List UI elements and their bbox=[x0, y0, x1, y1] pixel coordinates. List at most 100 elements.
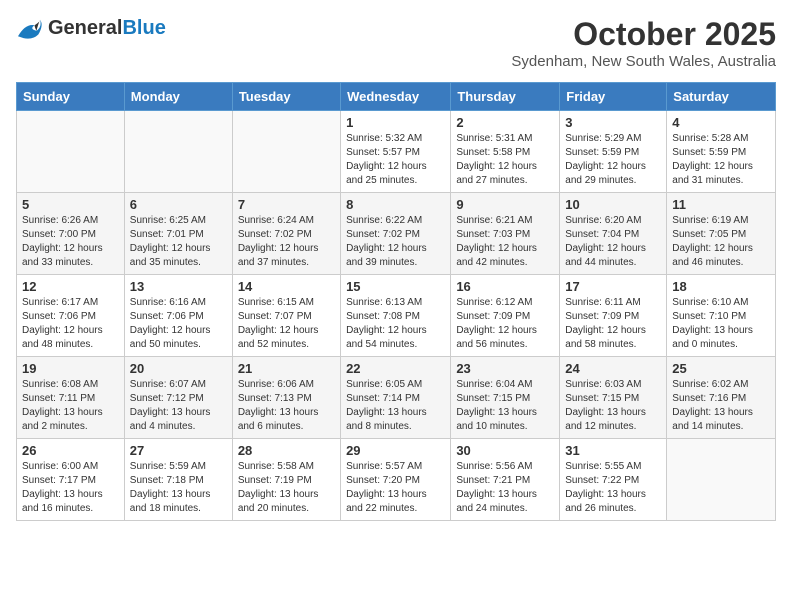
calendar-table: SundayMondayTuesdayWednesdayThursdayFrid… bbox=[16, 82, 776, 521]
calendar-cell bbox=[232, 111, 340, 193]
day-number: 26 bbox=[22, 443, 119, 458]
day-info: Sunrise: 6:10 AMSunset: 7:10 PMDaylight:… bbox=[672, 296, 770, 352]
calendar-cell: 26Sunrise: 6:00 AMSunset: 7:17 PMDayligh… bbox=[17, 439, 125, 521]
calendar-cell: 22Sunrise: 6:05 AMSunset: 7:14 PMDayligh… bbox=[341, 357, 451, 439]
calendar-cell: 24 Sunrise: 6:03 AMSunset: 7:15 PMDayligh… bbox=[560, 357, 667, 439]
calendar-cell: 19Sunrise: 6:08 AMSunset: 7:11 PMDayligh… bbox=[17, 357, 125, 439]
calendar-cell: 1 Sunrise: 5:32 AMSunset: 5:57 PMDaylight… bbox=[341, 111, 451, 193]
calendar-cell: 7 Sunrise: 6:24 AMSunset: 7:02 PMDaylight… bbox=[232, 193, 340, 275]
location: Sydenham, New South Wales, Australia bbox=[511, 53, 776, 70]
day-info: Sunrise: 6:17 AMSunset: 7:06 PMDaylight:… bbox=[22, 296, 119, 352]
day-info: Sunrise: 5:57 AMSunset: 7:20 PMDaylight:… bbox=[346, 460, 445, 516]
calendar-cell: 13Sunrise: 6:16 AMSunset: 7:06 PMDayligh… bbox=[124, 275, 232, 357]
calendar-cell: 12 Sunrise: 6:17 AMSunset: 7:06 PMDayligh… bbox=[17, 275, 125, 357]
day-info: Sunrise: 6:07 AMSunset: 7:12 PMDaylight:… bbox=[130, 378, 227, 434]
day-info: Sunrise: 6:22 AMSunset: 7:02 PMDaylight:… bbox=[346, 214, 445, 270]
day-number: 5 bbox=[22, 197, 119, 212]
day-info: Sunrise: 5:56 AMSunset: 7:21 PMDaylight:… bbox=[456, 460, 554, 516]
logo-icon bbox=[16, 16, 44, 40]
day-info: Sunrise: 6:26 AMSunset: 7:00 PMDaylight:… bbox=[22, 214, 119, 270]
day-number: 1 bbox=[346, 115, 445, 130]
calendar-cell: 30 Sunrise: 5:56 AMSunset: 7:21 PMDayligh… bbox=[451, 439, 560, 521]
calendar-week-1: 1 Sunrise: 5:32 AMSunset: 5:57 PMDaylight… bbox=[17, 111, 776, 193]
day-number: 11 bbox=[672, 197, 770, 212]
weekday-header-friday: Friday bbox=[560, 83, 667, 111]
calendar-cell: 16 Sunrise: 6:12 AMSunset: 7:09 PMDayligh… bbox=[451, 275, 560, 357]
calendar-cell: 21 Sunrise: 6:06 AMSunset: 7:13 PMDayligh… bbox=[232, 357, 340, 439]
calendar-cell: 23Sunrise: 6:04 AMSunset: 7:15 PMDayligh… bbox=[451, 357, 560, 439]
day-number: 9 bbox=[456, 197, 554, 212]
page-header: GeneralBlue October 2025 Sydenham, New S… bbox=[16, 16, 776, 70]
weekday-header-thursday: Thursday bbox=[451, 83, 560, 111]
calendar-week-2: 5 Sunrise: 6:26 AMSunset: 7:00 PMDaylight… bbox=[17, 193, 776, 275]
day-number: 3 bbox=[565, 115, 661, 130]
day-number: 18 bbox=[672, 279, 770, 294]
day-info: Sunrise: 5:59 AMSunset: 7:18 PMDaylight:… bbox=[130, 460, 227, 516]
calendar-cell bbox=[17, 111, 125, 193]
calendar-cell bbox=[124, 111, 232, 193]
day-number: 25 bbox=[672, 361, 770, 376]
calendar-cell: 20 Sunrise: 6:07 AMSunset: 7:12 PMDayligh… bbox=[124, 357, 232, 439]
logo: GeneralBlue bbox=[16, 16, 166, 40]
day-number: 30 bbox=[456, 443, 554, 458]
weekday-header-saturday: Saturday bbox=[667, 83, 776, 111]
day-info: Sunrise: 5:31 AMSunset: 5:58 PMDaylight:… bbox=[456, 132, 554, 188]
calendar-week-5: 26Sunrise: 6:00 AMSunset: 7:17 PMDayligh… bbox=[17, 439, 776, 521]
day-number: 8 bbox=[346, 197, 445, 212]
day-info: Sunrise: 6:11 AMSunset: 7:09 PMDaylight:… bbox=[565, 296, 661, 352]
day-info: Sunrise: 6:15 AMSunset: 7:07 PMDaylight:… bbox=[238, 296, 335, 352]
day-info: Sunrise: 5:32 AMSunset: 5:57 PMDaylight:… bbox=[346, 132, 445, 188]
day-number: 16 bbox=[456, 279, 554, 294]
day-number: 12 bbox=[22, 279, 119, 294]
calendar-cell: 29 Sunrise: 5:57 AMSunset: 7:20 PMDayligh… bbox=[341, 439, 451, 521]
day-info: Sunrise: 6:25 AMSunset: 7:01 PMDaylight:… bbox=[130, 214, 227, 270]
day-info: Sunrise: 6:06 AMSunset: 7:13 PMDaylight:… bbox=[238, 378, 335, 434]
day-info: Sunrise: 6:24 AMSunset: 7:02 PMDaylight:… bbox=[238, 214, 335, 270]
day-info: Sunrise: 6:12 AMSunset: 7:09 PMDaylight:… bbox=[456, 296, 554, 352]
weekday-header-sunday: Sunday bbox=[17, 83, 125, 111]
day-info: Sunrise: 6:16 AMSunset: 7:06 PMDaylight:… bbox=[130, 296, 227, 352]
day-number: 21 bbox=[238, 361, 335, 376]
day-info: Sunrise: 5:29 AMSunset: 5:59 PMDaylight:… bbox=[565, 132, 661, 188]
calendar-cell: 14Sunrise: 6:15 AMSunset: 7:07 PMDayligh… bbox=[232, 275, 340, 357]
weekday-header-monday: Monday bbox=[124, 83, 232, 111]
calendar-cell: 9 Sunrise: 6:21 AMSunset: 7:03 PMDaylight… bbox=[451, 193, 560, 275]
month-title: October 2025 bbox=[511, 16, 776, 53]
weekday-header-wednesday: Wednesday bbox=[341, 83, 451, 111]
day-info: Sunrise: 6:03 AMSunset: 7:15 PMDaylight:… bbox=[565, 378, 661, 434]
day-number: 28 bbox=[238, 443, 335, 458]
day-number: 4 bbox=[672, 115, 770, 130]
day-number: 23 bbox=[456, 361, 554, 376]
calendar-cell: 17 Sunrise: 6:11 AMSunset: 7:09 PMDayligh… bbox=[560, 275, 667, 357]
calendar-week-3: 12 Sunrise: 6:17 AMSunset: 7:06 PMDayligh… bbox=[17, 275, 776, 357]
weekday-header-tuesday: Tuesday bbox=[232, 83, 340, 111]
calendar-cell bbox=[667, 439, 776, 521]
day-number: 31 bbox=[565, 443, 661, 458]
day-info: Sunrise: 6:13 AMSunset: 7:08 PMDaylight:… bbox=[346, 296, 445, 352]
calendar-week-4: 19Sunrise: 6:08 AMSunset: 7:11 PMDayligh… bbox=[17, 357, 776, 439]
day-info: Sunrise: 5:58 AMSunset: 7:19 PMDaylight:… bbox=[238, 460, 335, 516]
day-info: Sunrise: 6:20 AMSunset: 7:04 PMDaylight:… bbox=[565, 214, 661, 270]
day-number: 10 bbox=[565, 197, 661, 212]
weekday-header-row: SundayMondayTuesdayWednesdayThursdayFrid… bbox=[17, 83, 776, 111]
day-info: Sunrise: 5:55 AMSunset: 7:22 PMDaylight:… bbox=[565, 460, 661, 516]
day-number: 7 bbox=[238, 197, 335, 212]
calendar-cell: 15Sunrise: 6:13 AMSunset: 7:08 PMDayligh… bbox=[341, 275, 451, 357]
calendar-cell: 8 Sunrise: 6:22 AMSunset: 7:02 PMDaylight… bbox=[341, 193, 451, 275]
day-number: 24 bbox=[565, 361, 661, 376]
day-info: Sunrise: 6:08 AMSunset: 7:11 PMDaylight:… bbox=[22, 378, 119, 434]
day-info: Sunrise: 5:28 AMSunset: 5:59 PMDaylight:… bbox=[672, 132, 770, 188]
day-info: Sunrise: 6:21 AMSunset: 7:03 PMDaylight:… bbox=[456, 214, 554, 270]
day-number: 29 bbox=[346, 443, 445, 458]
day-number: 20 bbox=[130, 361, 227, 376]
day-info: Sunrise: 6:05 AMSunset: 7:14 PMDaylight:… bbox=[346, 378, 445, 434]
calendar-cell: 27Sunrise: 5:59 AMSunset: 7:18 PMDayligh… bbox=[124, 439, 232, 521]
calendar-cell: 4 Sunrise: 5:28 AMSunset: 5:59 PMDaylight… bbox=[667, 111, 776, 193]
calendar-cell: 28 Sunrise: 5:58 AMSunset: 7:19 PMDayligh… bbox=[232, 439, 340, 521]
day-number: 17 bbox=[565, 279, 661, 294]
logo-general: General bbox=[48, 17, 122, 39]
day-number: 2 bbox=[456, 115, 554, 130]
calendar-cell: 3 Sunrise: 5:29 AMSunset: 5:59 PMDaylight… bbox=[560, 111, 667, 193]
title-block: October 2025 Sydenham, New South Wales, … bbox=[511, 16, 776, 70]
calendar-cell: 11Sunrise: 6:19 AMSunset: 7:05 PMDayligh… bbox=[667, 193, 776, 275]
